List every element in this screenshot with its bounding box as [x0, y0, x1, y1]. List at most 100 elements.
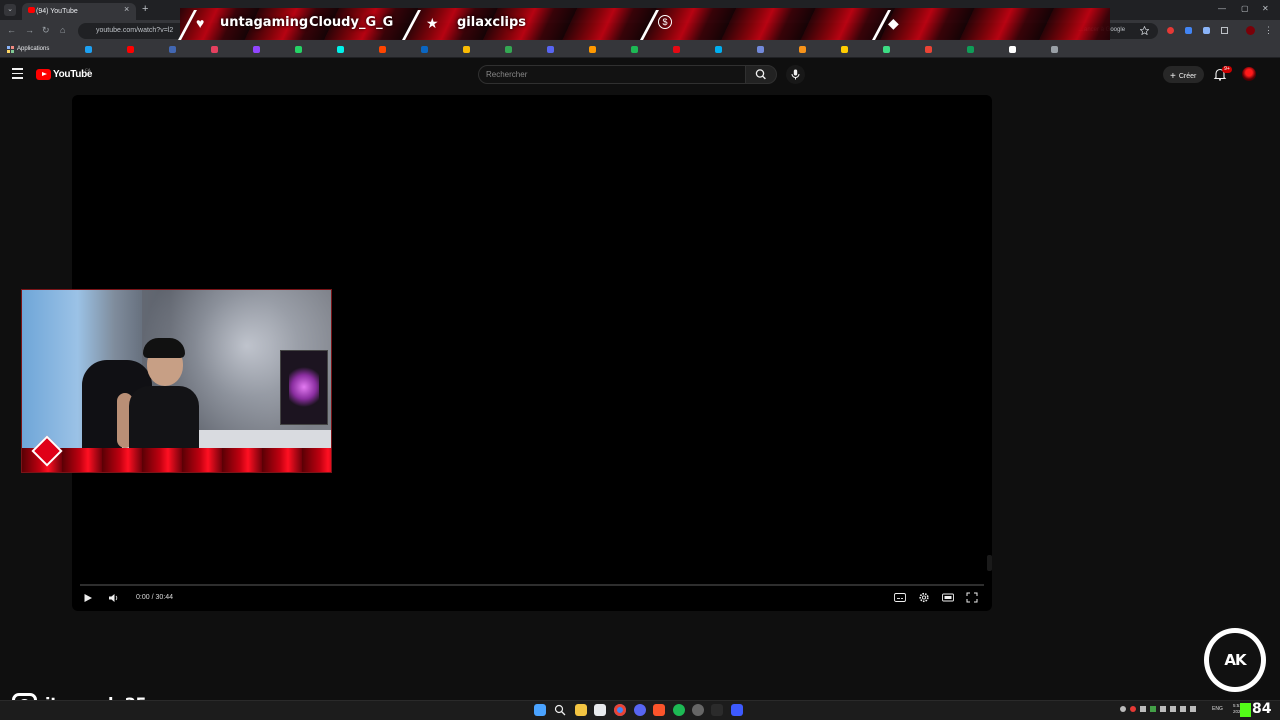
webcam-streamer [117, 338, 212, 461]
plus-icon: + [1170, 71, 1176, 82]
bookmark-favicon-icon[interactable] [589, 46, 596, 53]
player-side-handle[interactable] [987, 555, 992, 571]
time-display: 0:00 / 30:44 [136, 594, 173, 601]
theater-mode-icon[interactable] [942, 592, 954, 603]
youtube-logo-icon[interactable] [36, 69, 51, 80]
bookmark-favicon-icon[interactable] [421, 46, 428, 53]
kick-viewer-count: 84 [1252, 701, 1272, 717]
minimize-button[interactable]: — [1218, 4, 1226, 13]
tab-title: (94) YouTube [36, 8, 78, 15]
streamer-logo: AK [1202, 626, 1268, 694]
search-button[interactable] [745, 65, 777, 84]
bookmark-favicon-icon[interactable] [1009, 46, 1016, 53]
brave-icon[interactable] [653, 704, 665, 716]
bookmark-favicon-icon[interactable] [85, 46, 92, 53]
create-button[interactable]: + Créer [1163, 66, 1204, 83]
bookmark-favicon-icon[interactable] [547, 46, 554, 53]
create-label: Créer [1178, 73, 1197, 80]
subtitles-icon[interactable] [894, 592, 906, 603]
apps-grid-icon[interactable] [7, 46, 14, 53]
browser-menu-icon[interactable]: ⋮ [1264, 25, 1273, 36]
discord-icon[interactable] [634, 704, 646, 716]
obs-icon[interactable] [731, 704, 743, 716]
calendar-icon[interactable] [594, 704, 606, 716]
volume-icon[interactable] [108, 593, 119, 603]
tiktok-icon[interactable] [711, 704, 723, 716]
back-button[interactable]: ← [7, 25, 16, 35]
keyboard-language[interactable]: ENG [1212, 706, 1223, 712]
account-avatar[interactable] [1242, 67, 1256, 81]
bookmark-applications[interactable]: Applications [17, 46, 49, 52]
bookmark-favicon-icon[interactable] [757, 46, 764, 53]
tab-close-icon[interactable]: × [124, 4, 129, 14]
browser-tab[interactable]: (94) YouTube [22, 3, 136, 20]
star-icon: ★ [426, 15, 439, 31]
reload-button[interactable]: ↻ [42, 25, 50, 36]
overlay-subscriber-name: gilaxclips [457, 15, 527, 30]
home-button[interactable]: ⌂ [60, 25, 65, 35]
bookmark-favicon-icon[interactable] [379, 46, 386, 53]
bookmark-favicon-icon[interactable] [505, 46, 512, 53]
new-tab-button[interactable]: + [142, 3, 148, 15]
file-explorer-icon[interactable] [575, 704, 587, 716]
bookmark-favicon-icon[interactable] [883, 46, 890, 53]
bookmark-star-icon[interactable] [1140, 26, 1149, 35]
profile-avatar[interactable] [1246, 26, 1255, 35]
voice-search-button[interactable] [786, 65, 805, 84]
bookmark-favicon-icon[interactable] [841, 46, 848, 53]
play-icon[interactable] [83, 593, 93, 603]
close-window-button[interactable]: ✕ [1262, 4, 1269, 13]
microphone-icon [791, 69, 800, 80]
chrome-icon[interactable] [614, 704, 626, 716]
webcam-streamer-cap [143, 338, 185, 358]
settings-gear-icon[interactable] [918, 592, 930, 603]
kick-logo-icon [1240, 703, 1251, 717]
bookmark-favicon-icon[interactable] [631, 46, 638, 53]
heart-icon: ♥ [196, 15, 205, 31]
webcam-pc-case [280, 350, 328, 425]
diamond-icon: ◆ [888, 15, 899, 31]
extensions-puzzle-icon[interactable] [1221, 27, 1228, 34]
webcam-overlay [21, 289, 332, 473]
search-icon[interactable] [554, 704, 566, 716]
maximize-button[interactable]: ▢ [1241, 4, 1249, 13]
spotify-icon[interactable] [673, 704, 685, 716]
bookmark-favicon-icon[interactable] [925, 46, 932, 53]
overlay-follower-name: Cloudy_G_G [309, 15, 394, 30]
tab-search-button[interactable]: ⌄ [4, 4, 16, 16]
bookmark-favicon-icon[interactable] [337, 46, 344, 53]
overlay-follower-name: untagaming [220, 15, 309, 30]
bookmark-favicon-icon[interactable] [127, 46, 134, 53]
webcam-red-frame [22, 448, 331, 472]
search-icon [755, 69, 766, 80]
streamer-logo-text: AK [1224, 651, 1246, 669]
fullscreen-icon[interactable] [966, 592, 978, 603]
notification-count-badge: 9+ [1222, 66, 1232, 73]
bookmark-favicon-icon[interactable] [295, 46, 302, 53]
extension-icon[interactable] [1185, 27, 1192, 34]
bookmark-favicon-icon[interactable] [715, 46, 722, 53]
bookmarks-bar [0, 42, 1280, 58]
streamer-logo-emblem: AK [1209, 633, 1261, 687]
extension-icon[interactable] [1203, 27, 1210, 34]
bookmark-favicon-icon[interactable] [673, 46, 680, 53]
youtube-favicon-icon [28, 7, 35, 13]
extension-icon[interactable] [1167, 27, 1174, 34]
bookmark-favicon-icon[interactable] [463, 46, 470, 53]
stream-overlay-banner: ♥ untagaming Cloudy_G_G ★ gilaxclips $ ◆ [178, 8, 1110, 40]
video-progress-bar[interactable] [80, 584, 984, 586]
search-input[interactable] [478, 65, 746, 84]
bookmark-favicon-icon[interactable] [799, 46, 806, 53]
forward-button[interactable]: → [25, 25, 34, 35]
bookmark-favicon-icon[interactable] [211, 46, 218, 53]
steam-icon[interactable] [692, 704, 704, 716]
bookmark-favicon-icon[interactable] [1051, 46, 1058, 53]
region-code: CA [85, 67, 91, 72]
bookmark-favicon-icon[interactable] [169, 46, 176, 53]
menu-icon[interactable] [12, 68, 23, 82]
system-tray-icons[interactable] [1120, 706, 1205, 714]
bookmark-favicon-icon[interactable] [967, 46, 974, 53]
bookmark-favicon-icon[interactable] [253, 46, 260, 53]
url-text[interactable]: youtube.com/watch?v=l2 [96, 27, 173, 34]
windows-start-icon[interactable] [534, 704, 546, 716]
